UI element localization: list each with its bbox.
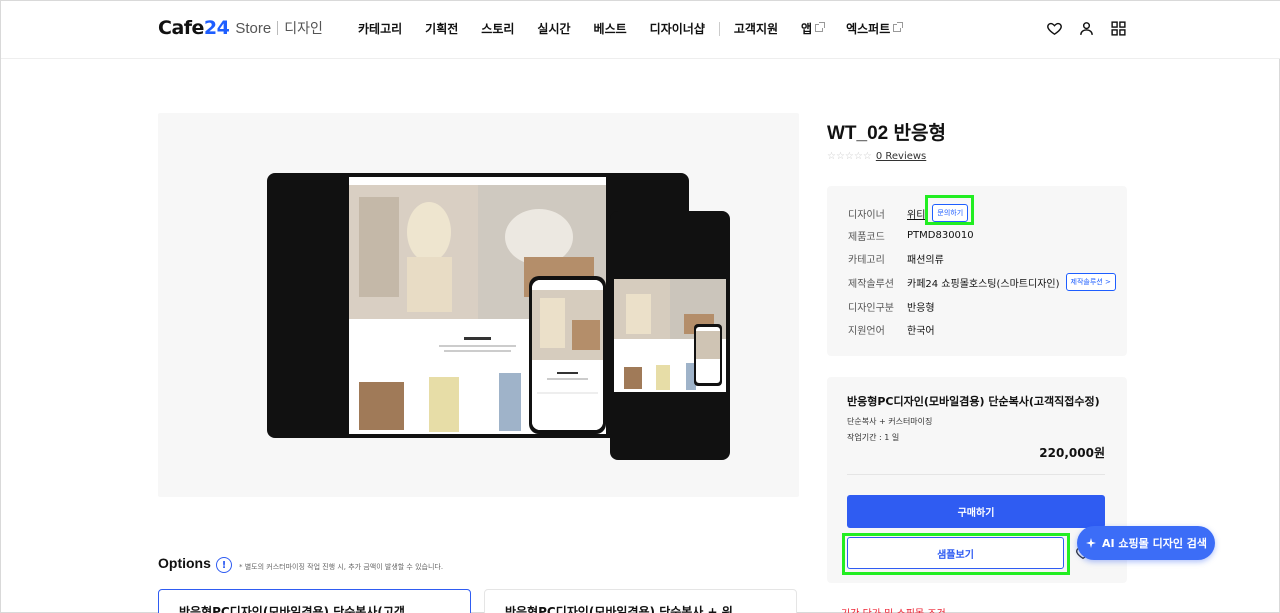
spec-row-code: 제품코드 PTMD830010 bbox=[848, 228, 974, 243]
logo-sub-text: 디자인 bbox=[284, 21, 323, 37]
shop-preview-image-small bbox=[614, 279, 726, 392]
nav-item-support[interactable]: 고객지원 bbox=[734, 20, 778, 37]
nav-item-category[interactable]: 카테고리 bbox=[358, 20, 402, 37]
nav-item-designer-shop[interactable]: 디자이너샵 bbox=[650, 20, 705, 37]
phone-screen-preview bbox=[532, 280, 603, 430]
spec-value: PTMD830010 bbox=[907, 230, 974, 241]
spec-label: 제작솔루션 bbox=[848, 278, 894, 290]
solution-button[interactable]: 제작솔루션 > bbox=[1065, 273, 1116, 291]
logo-store-text: Store bbox=[235, 19, 272, 37]
options-note: * 별도의 커스터마이징 작업 진행 시, 추가 금액이 발생할 수 있습니다. bbox=[239, 563, 444, 571]
shop-preview-image-mobile bbox=[532, 280, 603, 430]
main-nav: 카테고리 기획전 스토리 실시간 베스트 디자이너샵 고객지원 앱 엑스퍼트 bbox=[358, 20, 924, 37]
nav-item-best[interactable]: 베스트 bbox=[594, 20, 627, 37]
selected-option-title: 반응형PC디자인(모바일겸용) 단순복사(고객직접수정) bbox=[847, 395, 1100, 408]
external-link-icon bbox=[893, 22, 904, 32]
option-duration: 작업기간 : 1 일 bbox=[847, 433, 900, 442]
info-icon[interactable]: ! bbox=[216, 557, 232, 573]
nav-item-exhibition[interactable]: 기획전 bbox=[425, 20, 458, 37]
nav-item-expert[interactable]: 엑스퍼트 bbox=[846, 20, 904, 37]
spec-label: 지원언어 bbox=[848, 326, 885, 337]
nav-item-story[interactable]: 스토리 bbox=[481, 20, 514, 37]
ai-button-label: AI 쇼핑몰 디자인 검색 bbox=[1101, 537, 1208, 550]
rating-stars-icon: ☆☆☆☆☆ bbox=[827, 151, 872, 162]
sparkle-icon bbox=[1085, 538, 1096, 548]
product-gallery bbox=[158, 113, 799, 497]
spec-label: 디자이너 bbox=[848, 209, 885, 221]
nav-item-realtime[interactable]: 실시간 bbox=[537, 20, 570, 37]
ai-design-search-button[interactable]: AI 쇼핑몰 디자인 검색 bbox=[1077, 526, 1215, 560]
highlight-sample bbox=[842, 533, 1070, 575]
phone-mockup bbox=[529, 276, 606, 434]
logo-divider bbox=[277, 21, 279, 35]
logo-wordmark: Cafe24 bbox=[158, 17, 230, 39]
header-icons bbox=[1046, 20, 1127, 37]
heart-icon[interactable] bbox=[1046, 20, 1063, 37]
option-card[interactable]: 반응형PC디자인(모바일겸용) 단순복사 + 워 bbox=[484, 589, 797, 613]
highlight-inquiry bbox=[925, 195, 974, 225]
option-card-label: 반응형PC디자인(모바일겸용) 단순복사 + 워 bbox=[505, 605, 733, 613]
product-title: WT_02 반응형 bbox=[827, 123, 946, 144]
options-title: Options bbox=[158, 555, 211, 571]
product-rating: ☆☆☆☆☆ 0 Reviews bbox=[827, 151, 926, 162]
spec-label: 제품코드 bbox=[848, 232, 885, 243]
option-card-selected[interactable]: 반응형PC디자인(모바일겸용) 단순복사(고객 bbox=[158, 589, 471, 613]
reviews-link[interactable]: 0 Reviews bbox=[876, 151, 926, 162]
spec-value: 반응형 bbox=[907, 303, 935, 314]
spec-value: 한국어 bbox=[907, 326, 935, 337]
user-icon[interactable] bbox=[1078, 20, 1095, 37]
nav-app-label: 앱 bbox=[801, 22, 813, 36]
grid-menu-icon[interactable] bbox=[1110, 20, 1127, 37]
spec-label: 카테고리 bbox=[848, 255, 885, 266]
logo-num-text: 24 bbox=[203, 17, 230, 39]
spec-value: 카페24 쇼핑몰호스팅(스마트디자인) bbox=[907, 278, 1060, 290]
spec-row-category: 카테고리 패션의류 bbox=[848, 251, 944, 266]
buy-button[interactable]: 구매하기 bbox=[847, 495, 1105, 528]
nav-item-app[interactable]: 앱 bbox=[801, 20, 826, 37]
notice-text: 기간 단가 및 쇼핑몰 조건 bbox=[841, 605, 946, 613]
spec-row-design-type: 디자인구분 반응형 bbox=[848, 299, 935, 314]
spec-value: 패션의류 bbox=[907, 255, 944, 266]
nav-divider bbox=[718, 21, 720, 36]
cafe24-logo[interactable]: Cafe24 Store 디자인 bbox=[158, 17, 323, 39]
option-description: 단순복사 + 커스터마이징 bbox=[847, 417, 933, 426]
option-price: 220,000원 bbox=[1039, 446, 1105, 460]
spec-label: 디자인구분 bbox=[848, 303, 894, 314]
nav-expert-label: 엑스퍼트 bbox=[846, 22, 891, 36]
tablet-portrait-screen bbox=[614, 279, 726, 392]
tablet-portrait-mockup bbox=[610, 211, 730, 460]
divider bbox=[847, 474, 1105, 475]
designer-link[interactable]: 위티 bbox=[907, 206, 925, 221]
spec-row-solution: 제작솔루션 카페24 쇼핑몰호스팅(스마트디자인) 제작솔루션 > bbox=[848, 273, 1116, 291]
site-header: Cafe24 Store 디자인 카테고리 기획전 스토리 실시간 베스트 디자… bbox=[1, 1, 1280, 59]
logo-main-text: Cafe bbox=[158, 17, 204, 39]
spec-row-language: 지원언어 한국어 bbox=[848, 322, 935, 337]
product-spec-panel: 디자이너 위티 문의하기 제품코드 PTMD830010 카테고리 패션의류 제… bbox=[827, 186, 1127, 356]
option-card-label: 반응형PC디자인(모바일겸용) 단순복사(고객 bbox=[179, 605, 405, 613]
external-link-icon bbox=[815, 22, 826, 32]
